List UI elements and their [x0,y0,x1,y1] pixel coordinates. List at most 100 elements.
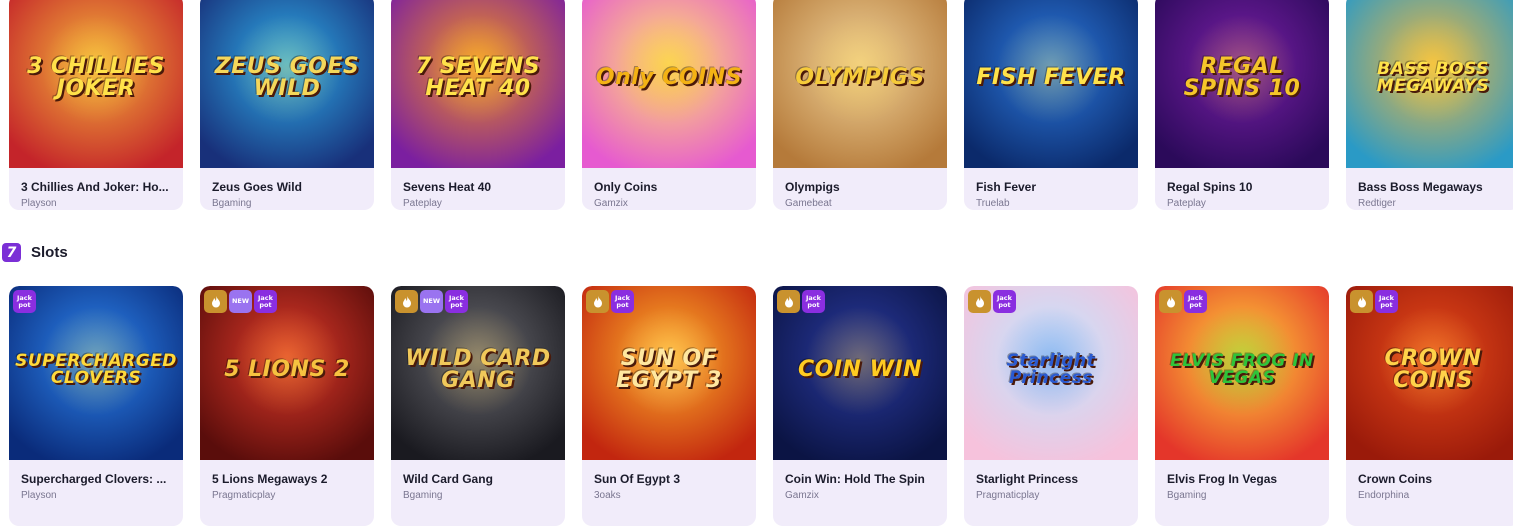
game-title[interactable]: Starlight Princess [976,472,1126,486]
game-card[interactable]: BASS BOSS MEGAWAYS Bass Boss Megaways Redt… [1346,0,1513,210]
jackpot-badge: Jack pot [1184,290,1207,313]
game-logo-art: FISH FEVER [976,64,1126,90]
badge-group: Jack pot [1350,290,1398,313]
game-thumbnail[interactable]: 5 LIONS 2 NEW Jack pot [200,286,374,460]
jackpot-badge: Jack pot [1375,290,1398,313]
game-logo-art: OLYMPIGS [795,64,925,90]
game-card[interactable]: 5 LIONS 2 NEW Jack pot 5 Lions Megaways 2 Pr… [200,286,374,526]
game-logo-art: WILD CARD GANG [405,345,551,393]
badge-group: NEW Jack pot [395,290,468,313]
game-thumbnail[interactable]: Only COINS [582,0,756,168]
game-thumbnail[interactable]: 3 CHILLIES JOKER [9,0,183,168]
game-card[interactable]: COIN WIN Jack pot Coin Win: Hold The Spin G… [773,286,947,526]
game-provider: Gamzix [785,490,819,501]
game-provider: Pateplay [403,198,442,209]
game-title[interactable]: Wild Card Gang [403,472,553,486]
badge-group: Jack pot [1159,290,1207,313]
jackpot-badge: Jack pot [254,290,277,313]
game-provider: Bgaming [1167,490,1207,501]
badge-group: Jack pot [586,290,634,313]
game-thumbnail[interactable]: SUN OF EGYPT 3 Jack pot [582,286,756,460]
game-row-top: 3 CHILLIES JOKER 3 Chillies And Joker: Ho… [9,0,1513,210]
game-thumbnail[interactable]: SUPERCHARGED CLOVERS Jack pot [9,286,183,460]
jackpot-badge: Jack pot [611,290,634,313]
game-thumbnail[interactable]: ZEUS GOES WILD [200,0,374,168]
game-provider: Truelab [976,198,1010,209]
hot-flame-icon [586,290,609,313]
game-card[interactable]: FISH FEVER Fish Fever Truelab [964,0,1138,210]
game-thumbnail[interactable]: OLYMPIGS [773,0,947,168]
jackpot-badge: Jack pot [445,290,468,313]
game-card[interactable]: SUPERCHARGED CLOVERS Jack pot Supercharged… [9,286,183,526]
game-logo-art: REGAL SPINS 10 [1183,53,1301,101]
game-provider: Bgaming [212,198,252,209]
game-title[interactable]: Sevens Heat 40 [403,180,553,194]
game-title[interactable]: Bass Boss Megaways [1358,180,1508,194]
game-card[interactable]: ELVIS FROG IN VEGAS Jack pot Elvis Frog In… [1155,286,1329,526]
game-logo-art: ZEUS GOES WILD [214,53,360,101]
game-info: Bass Boss Megaways Redtiger [1346,180,1513,209]
game-title[interactable]: Regal Spins 10 [1167,180,1317,194]
game-card[interactable]: Starlight Princess Jack pot Starlight Prin… [964,286,1138,526]
game-thumbnail[interactable]: ELVIS FROG IN VEGAS Jack pot [1155,286,1329,460]
game-title[interactable]: 5 Lions Megaways 2 [212,472,362,486]
game-card[interactable]: 3 CHILLIES JOKER 3 Chillies And Joker: Ho… [9,0,183,210]
game-info: Fish Fever Truelab [964,180,1138,209]
game-thumbnail[interactable]: BASS BOSS MEGAWAYS [1346,0,1513,168]
game-thumbnail[interactable]: FISH FEVER [964,0,1138,168]
game-provider: Endorphina [1358,490,1410,501]
game-info: Starlight Princess Pragmaticplay [964,472,1138,501]
game-provider: Pragmaticplay [976,490,1040,501]
game-info: Wild Card Gang Bgaming [391,472,565,501]
game-title[interactable]: Coin Win: Hold The Spin [785,472,935,486]
game-title[interactable]: Zeus Goes Wild [212,180,362,194]
game-thumbnail[interactable]: REGAL SPINS 10 [1155,0,1329,168]
game-card[interactable]: Only COINS Only Coins Gamzix [582,0,756,210]
game-title[interactable]: Supercharged Clovers: ... [21,472,171,486]
game-info: Olympigs Gamebeat [773,180,947,209]
game-info: 3 Chillies And Joker: Ho... Playson [9,180,183,209]
game-thumbnail[interactable]: 7 SEVENS HEAT 40 [391,0,565,168]
game-provider: Bgaming [403,490,443,501]
badge-group: Jack pot [777,290,825,313]
badge-group: Jack pot [968,290,1016,313]
game-logo-art: 3 CHILLIES JOKER [27,53,165,101]
game-card[interactable]: 7 SEVENS HEAT 40 Sevens Heat 40 Pateplay [391,0,565,210]
game-title[interactable]: Fish Fever [976,180,1126,194]
game-row-slots: SUPERCHARGED CLOVERS Jack pot Supercharged… [9,286,1513,526]
game-info: Crown Coins Endorphina [1346,472,1513,501]
game-thumbnail[interactable]: CROWN COINS Jack pot [1346,286,1513,460]
jackpot-badge: Jack pot [13,290,36,313]
game-thumbnail[interactable]: Starlight Princess Jack pot [964,286,1138,460]
hot-flame-icon [1159,290,1182,313]
game-provider: 3oaks [594,490,621,501]
game-card[interactable]: WILD CARD GANG NEW Jack pot Wild Card Gang B… [391,286,565,526]
game-provider: Playson [21,490,57,501]
game-card[interactable]: SUN OF EGYPT 3 Jack pot Sun Of Egypt 3 3oak… [582,286,756,526]
section-title: Slots [31,244,68,261]
game-title[interactable]: Only Coins [594,180,744,194]
game-title[interactable]: Sun Of Egypt 3 [594,472,744,486]
game-card[interactable]: OLYMPIGS Olympigs Gamebeat [773,0,947,210]
game-card[interactable]: ZEUS GOES WILD Zeus Goes Wild Bgaming [200,0,374,210]
new-badge: NEW [420,290,443,313]
jackpot-badge: Jack pot [802,290,825,313]
badge-group: NEW Jack pot [204,290,277,313]
game-title[interactable]: Crown Coins [1358,472,1508,486]
game-logo-art: CROWN COINS [1384,345,1482,393]
game-logo-art: Starlight Princess [1006,350,1096,388]
section-header-slots: 7 Slots [2,243,68,262]
game-thumbnail[interactable]: WILD CARD GANG NEW Jack pot [391,286,565,460]
game-title[interactable]: Olympigs [785,180,935,194]
game-logo-art: 5 LIONS 2 [224,356,350,382]
game-title[interactable]: Elvis Frog In Vegas [1167,472,1317,486]
game-card[interactable]: CROWN COINS Jack pot Crown Coins Endorphina [1346,286,1513,526]
game-provider: Pragmaticplay [212,490,276,501]
badge-group: Jack pot [13,290,36,313]
game-card[interactable]: REGAL SPINS 10 Regal Spins 10 Pateplay [1155,0,1329,210]
game-logo-art: Only COINS [595,64,743,90]
game-title[interactable]: 3 Chillies And Joker: Ho... [21,180,171,194]
new-badge: NEW [229,290,252,313]
game-thumbnail[interactable]: COIN WIN Jack pot [773,286,947,460]
game-info: Sun Of Egypt 3 3oaks [582,472,756,501]
